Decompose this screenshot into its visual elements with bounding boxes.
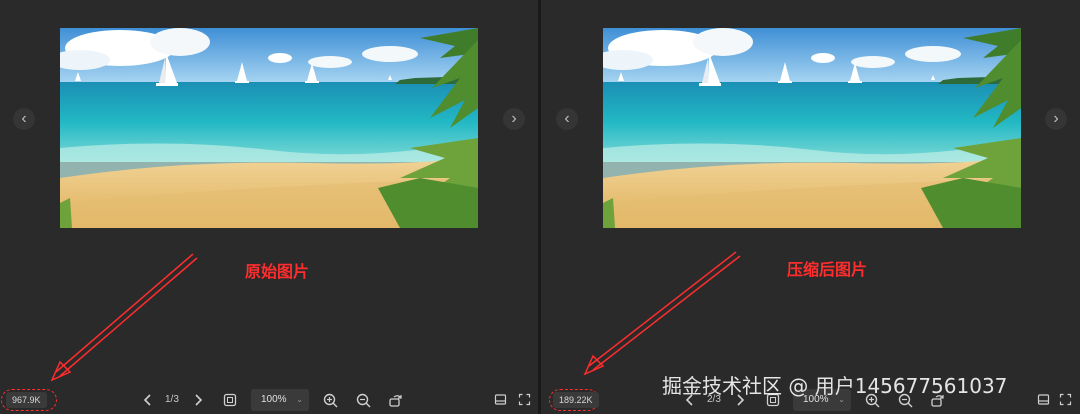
next-image-arrow[interactable]: ›: [1045, 108, 1067, 130]
prev-image-arrow[interactable]: ‹: [556, 108, 578, 130]
chevron-left-icon[interactable]: [138, 390, 158, 410]
left-toolbar: 967.9K 1/3 100% ⌄: [0, 386, 538, 414]
page-indicator: 1/3: [165, 394, 179, 405]
prev-image-arrow[interactable]: ‹: [13, 108, 35, 130]
left-viewer-pane: ‹ › 原始图片 967.9K 1/3 100% ⌄: [0, 0, 538, 414]
compressed-image: [603, 28, 1021, 228]
thumbnail-strip-icon[interactable]: [1033, 390, 1053, 410]
fit-to-window-icon[interactable]: [220, 390, 240, 410]
thumbnail-strip-icon[interactable]: [490, 390, 510, 410]
zoom-out-icon[interactable]: [353, 390, 373, 410]
zoom-in-icon[interactable]: [320, 390, 340, 410]
next-image-arrow[interactable]: ›: [503, 108, 525, 130]
chevron-down-icon: ⌄: [296, 395, 303, 404]
watermark-text: 掘金技术社区 @ 用户1456775610​37: [662, 374, 1008, 398]
file-size-badge: 189.22K: [553, 392, 599, 408]
zoom-select[interactable]: 100% ⌄: [251, 389, 309, 411]
fullscreen-icon[interactable]: [1055, 390, 1075, 410]
right-viewer-pane: ‹ › 压缩后图片 189.22K 2/3 100% ⌄: [541, 0, 1079, 414]
zoom-value: 100%: [261, 394, 287, 405]
file-size-badge: 967.9K: [6, 392, 47, 408]
compressed-image-label: 压缩后图片: [787, 260, 868, 279]
fullscreen-icon[interactable]: [514, 390, 534, 410]
original-image-label: 原始图片: [245, 262, 310, 281]
rotate-icon[interactable]: [385, 390, 405, 410]
chevron-right-icon[interactable]: [188, 390, 208, 410]
original-image: [60, 28, 478, 228]
